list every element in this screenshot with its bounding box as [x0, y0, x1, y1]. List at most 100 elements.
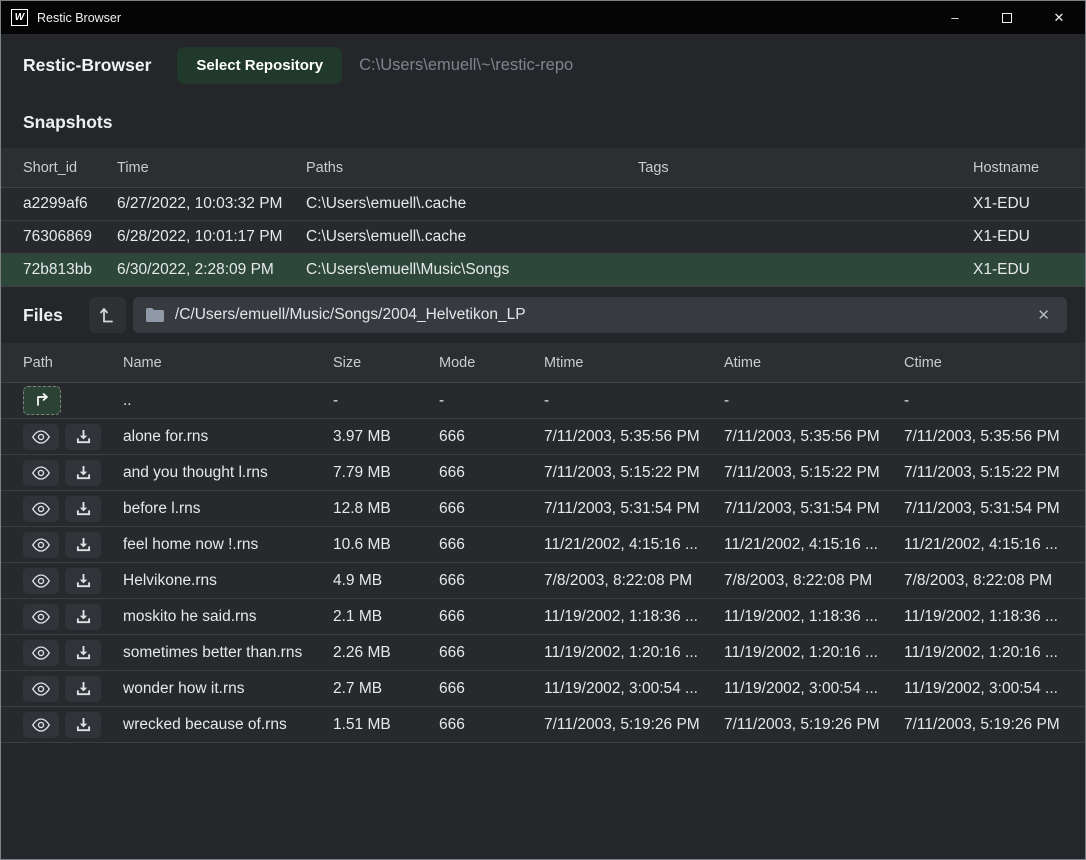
preview-file-button[interactable] [23, 676, 59, 702]
file-mode: - [439, 392, 544, 410]
preview-file-button[interactable] [23, 424, 59, 450]
file-size: 2.1 MB [333, 608, 439, 626]
file-mtime: 7/8/2003, 8:22:08 PM [544, 572, 724, 590]
file-mode: 666 [439, 500, 544, 518]
download-file-button[interactable] [65, 712, 101, 738]
download-icon [76, 717, 91, 732]
download-file-button[interactable] [65, 640, 101, 666]
preview-file-button[interactable] [23, 496, 59, 522]
download-file-button[interactable] [65, 496, 101, 522]
file-ctime: 11/19/2002, 3:00:54 ... [904, 680, 1063, 698]
maximize-button[interactable] [981, 1, 1033, 34]
snapshots-section-header: Snapshots [1, 96, 1085, 148]
maximize-icon [1002, 13, 1012, 23]
snapshot-row[interactable]: a2299af6 6/27/2022, 10:03:32 PM C:\Users… [1, 188, 1085, 221]
column-paths[interactable]: Paths [306, 160, 638, 176]
file-ctime: 7/8/2003, 8:22:08 PM [904, 572, 1063, 590]
eye-icon [32, 610, 50, 624]
file-row[interactable]: feel home now !.rns 10.6 MB 666 11/21/20… [1, 527, 1085, 563]
file-name: moskito he said.rns [123, 608, 333, 626]
app-logo-icon: W [11, 9, 28, 26]
download-icon [76, 681, 91, 696]
file-row[interactable]: wrecked because of.rns 1.51 MB 666 7/11/… [1, 707, 1085, 743]
download-file-button[interactable] [65, 532, 101, 558]
download-icon [76, 609, 91, 624]
file-ctime: 7/11/2003, 5:31:54 PM [904, 500, 1063, 518]
file-mtime: 11/19/2002, 1:18:36 ... [544, 608, 724, 626]
download-file-button[interactable] [65, 568, 101, 594]
preview-file-button[interactable] [23, 604, 59, 630]
snapshots-table-header: Short_id Time Paths Tags Hostname [1, 148, 1085, 188]
snapshot-row[interactable]: 72b813bb 6/30/2022, 2:28:09 PM C:\Users\… [1, 254, 1085, 287]
file-row[interactable]: wonder how it.rns 2.7 MB 666 11/19/2002,… [1, 671, 1085, 707]
snapshot-paths: C:\Users\emuell\Music\Songs [306, 261, 638, 279]
file-atime: 7/11/2003, 5:35:56 PM [724, 428, 904, 446]
minimize-button[interactable]: – [929, 1, 981, 34]
app-header: Restic-Browser Select Repository C:\User… [1, 34, 1085, 96]
file-atime: 7/11/2003, 5:15:22 PM [724, 464, 904, 482]
download-file-button[interactable] [65, 604, 101, 630]
column-name[interactable]: Name [123, 355, 333, 371]
snapshot-paths: C:\Users\emuell\.cache [306, 195, 638, 213]
download-file-button[interactable] [65, 460, 101, 486]
file-mode: 666 [439, 716, 544, 734]
column-short-id[interactable]: Short_id [23, 160, 117, 176]
download-icon [76, 429, 91, 444]
file-name: wrecked because of.rns [123, 716, 333, 734]
preview-file-button[interactable] [23, 640, 59, 666]
select-repository-button[interactable]: Select Repository [177, 47, 342, 84]
file-row[interactable]: alone for.rns 3.97 MB 666 7/11/2003, 5:3… [1, 419, 1085, 455]
snapshot-time: 6/27/2022, 10:03:32 PM [117, 195, 306, 213]
files-path-bar[interactable]: /C/Users/emuell/Music/Songs/2004_Helveti… [133, 297, 1067, 333]
column-path[interactable]: Path [23, 355, 123, 371]
preview-file-button[interactable] [23, 460, 59, 486]
snapshot-time: 6/30/2022, 2:28:09 PM [117, 261, 306, 279]
column-ctime[interactable]: Ctime [904, 355, 1063, 371]
file-atime: 7/11/2003, 5:19:26 PM [724, 716, 904, 734]
file-size: 7.79 MB [333, 464, 439, 482]
snapshot-short-id: a2299af6 [23, 195, 117, 213]
column-tags[interactable]: Tags [638, 160, 973, 176]
snapshot-short-id: 72b813bb [23, 261, 117, 279]
column-hostname[interactable]: Hostname [973, 160, 1063, 176]
column-atime[interactable]: Atime [724, 355, 904, 371]
snapshot-hostname: X1-EDU [973, 195, 1063, 213]
up-directory-button[interactable] [23, 386, 61, 415]
parent-directory-row[interactable]: .. - - - - - [1, 383, 1085, 419]
app-title: Restic-Browser [23, 55, 151, 76]
preview-file-button[interactable] [23, 568, 59, 594]
close-button[interactable]: ✕ [1033, 1, 1085, 34]
download-file-button[interactable] [65, 424, 101, 450]
download-icon [76, 537, 91, 552]
file-ctime: 11/21/2002, 4:15:16 ... [904, 536, 1063, 554]
file-size: 10.6 MB [333, 536, 439, 554]
file-row[interactable]: Helvikone.rns 4.9 MB 666 7/8/2003, 8:22:… [1, 563, 1085, 599]
files-table-header: Path Name Size Mode Mtime Atime Ctime [1, 343, 1085, 383]
files-path-input[interactable]: /C/Users/emuell/Music/Songs/2004_Helveti… [175, 306, 1034, 324]
preview-file-button[interactable] [23, 532, 59, 558]
snapshot-hostname: X1-EDU [973, 228, 1063, 246]
column-mode[interactable]: Mode [439, 355, 544, 371]
file-row[interactable]: moskito he said.rns 2.1 MB 666 11/19/200… [1, 599, 1085, 635]
column-mtime[interactable]: Mtime [544, 355, 724, 371]
clear-path-button[interactable]: ✕ [1033, 306, 1054, 325]
snapshot-row[interactable]: 76306869 6/28/2022, 10:01:17 PM C:\Users… [1, 221, 1085, 254]
file-row[interactable]: and you thought l.rns 7.79 MB 666 7/11/2… [1, 455, 1085, 491]
file-row[interactable]: before l.rns 12.8 MB 666 7/11/2003, 5:31… [1, 491, 1085, 527]
file-ctime: 11/19/2002, 1:18:36 ... [904, 608, 1063, 626]
column-time[interactable]: Time [117, 160, 306, 176]
column-size[interactable]: Size [333, 355, 439, 371]
file-size: 1.51 MB [333, 716, 439, 734]
file-name: .. [123, 392, 333, 410]
file-atime: 11/19/2002, 3:00:54 ... [724, 680, 904, 698]
file-atime: 7/8/2003, 8:22:08 PM [724, 572, 904, 590]
file-mode: 666 [439, 680, 544, 698]
file-name: feel home now !.rns [123, 536, 333, 554]
file-atime: 11/19/2002, 1:20:16 ... [724, 644, 904, 662]
file-mode: 666 [439, 428, 544, 446]
file-mode: 666 [439, 464, 544, 482]
goto-root-button[interactable] [89, 297, 126, 333]
preview-file-button[interactable] [23, 712, 59, 738]
file-row[interactable]: sometimes better than.rns 2.26 MB 666 11… [1, 635, 1085, 671]
download-file-button[interactable] [65, 676, 101, 702]
